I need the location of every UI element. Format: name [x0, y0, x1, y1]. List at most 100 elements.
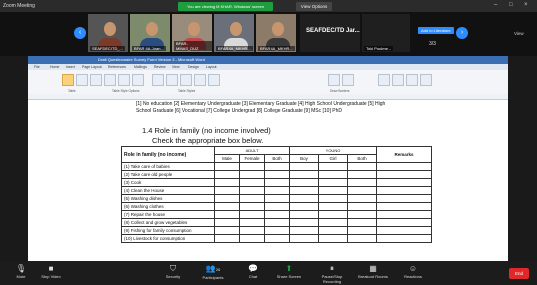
breakout-rooms-button[interactable]: ▦ Breakout Rooms — [358, 263, 388, 279]
video-tile[interactable]: Toki Poulme... — [362, 14, 410, 52]
maximize-icon[interactable]: □ — [509, 2, 513, 8]
table-cell[interactable] — [214, 170, 240, 179]
table-cell[interactable] — [289, 170, 319, 179]
table-cell[interactable] — [239, 218, 265, 227]
video-tile[interactable]: BFAR4A_MKHR... — [214, 14, 254, 52]
table-cell[interactable] — [347, 234, 377, 243]
table-cell[interactable] — [347, 186, 377, 195]
ribbon-button[interactable] — [328, 74, 340, 86]
stop-video-button[interactable]: ■ Stop Video — [36, 263, 66, 279]
tab-home[interactable]: Home — [50, 65, 59, 69]
ribbon-button[interactable] — [104, 74, 116, 86]
table-cell[interactable] — [376, 194, 432, 203]
video-tile[interactable]: SEAFDEC/TD_... — [88, 14, 128, 52]
ribbon-button[interactable] — [392, 74, 404, 86]
ribbon-button[interactable] — [180, 74, 192, 86]
reactions-button[interactable]: ☺ Reactions — [398, 263, 428, 279]
table-cell[interactable] — [376, 178, 432, 187]
gallery-view-button[interactable]: View — [514, 31, 524, 36]
record-button[interactable]: ⏸ Pause/Stop Recording — [312, 263, 352, 284]
table-cell[interactable] — [239, 226, 265, 235]
participants-button[interactable]: 👥26 Participants — [198, 263, 228, 280]
tab-design[interactable]: Design — [188, 65, 199, 69]
table-cell[interactable] — [214, 178, 240, 187]
table-cell[interactable] — [214, 210, 240, 219]
table-cell[interactable] — [347, 162, 377, 171]
table-cell[interactable] — [289, 202, 319, 211]
table-cell[interactable] — [376, 226, 432, 235]
ribbon-button[interactable] — [152, 74, 164, 86]
video-tile[interactable]: BFAR4A_MKHR... — [256, 14, 296, 52]
video-tile[interactable]: BFAR 4A-Joan... — [130, 14, 170, 52]
tab-layout[interactable]: Layout — [206, 65, 217, 69]
table-cell[interactable] — [376, 202, 432, 211]
chat-button[interactable]: 💬 Chat — [238, 263, 268, 279]
table-cell[interactable] — [347, 194, 377, 203]
view-options-button[interactable]: View Options — [296, 2, 332, 11]
ribbon-button[interactable] — [76, 74, 88, 86]
gallery-badge[interactable]: Add to Literature — [418, 27, 454, 34]
table-cell[interactable] — [376, 210, 432, 219]
table-cell[interactable] — [289, 234, 319, 243]
ribbon-button[interactable] — [194, 74, 206, 86]
table-cell[interactable] — [347, 202, 377, 211]
tab-page-layout[interactable]: Page Layout — [82, 65, 102, 69]
table-cell[interactable] — [318, 234, 348, 243]
table-cell[interactable] — [318, 186, 348, 195]
gallery-prev-arrow-icon[interactable]: ‹ — [74, 27, 86, 39]
video-tile[interactable]: BFAR-MMAS_DUZ — [172, 14, 212, 52]
table-cell[interactable] — [214, 162, 240, 171]
table-cell[interactable] — [264, 178, 290, 187]
tab-references[interactable]: References — [108, 65, 126, 69]
ribbon-button[interactable] — [342, 74, 354, 86]
ribbon-button[interactable] — [90, 74, 102, 86]
table-cell[interactable] — [347, 178, 377, 187]
table-cell[interactable] — [347, 170, 377, 179]
mute-button[interactable]: 🎙 Mute — [6, 263, 36, 279]
gallery-next-arrow-icon[interactable]: › — [456, 27, 468, 39]
end-meeting-button[interactable]: End — [509, 268, 529, 279]
table-cell[interactable] — [318, 202, 348, 211]
ribbon-button[interactable] — [378, 74, 390, 86]
ribbon-button[interactable] — [166, 74, 178, 86]
table-cell[interactable] — [376, 234, 432, 243]
table-cell[interactable] — [264, 202, 290, 211]
close-icon[interactable]: × — [524, 2, 528, 8]
table-cell[interactable] — [214, 202, 240, 211]
table-cell[interactable] — [214, 234, 240, 243]
table-cell[interactable] — [318, 162, 348, 171]
table-cell[interactable] — [318, 170, 348, 179]
table-cell[interactable] — [239, 210, 265, 219]
video-tile[interactable]: SEAFDEC/TD Jar... — [300, 14, 360, 52]
minimize-icon[interactable]: – — [494, 2, 497, 8]
table-cell[interactable] — [239, 202, 265, 211]
table-cell[interactable] — [239, 194, 265, 203]
table-cell[interactable] — [214, 186, 240, 195]
table-cell[interactable] — [376, 218, 432, 227]
share-screen-button[interactable]: ⬆ Share Screen — [274, 263, 304, 279]
table-cell[interactable] — [264, 170, 290, 179]
ribbon-button[interactable] — [62, 74, 74, 86]
table-cell[interactable] — [289, 226, 319, 235]
ribbon-button[interactable] — [208, 74, 220, 86]
table-cell[interactable] — [239, 234, 265, 243]
table-cell[interactable] — [289, 178, 319, 187]
table-cell[interactable] — [376, 170, 432, 179]
table-cell[interactable] — [239, 162, 265, 171]
table-cell[interactable] — [264, 226, 290, 235]
tab-view[interactable]: View — [172, 65, 180, 69]
table-cell[interactable] — [289, 218, 319, 227]
table-cell[interactable] — [289, 210, 319, 219]
tab-file[interactable]: File — [34, 65, 40, 69]
table-cell[interactable] — [289, 162, 319, 171]
table-cell[interactable] — [289, 186, 319, 195]
table-cell[interactable] — [264, 162, 290, 171]
table-cell[interactable] — [214, 218, 240, 227]
table-cell[interactable] — [347, 226, 377, 235]
table-cell[interactable] — [347, 218, 377, 227]
security-button[interactable]: ⛉ Security — [158, 263, 188, 279]
table-cell[interactable] — [264, 218, 290, 227]
table-cell[interactable] — [347, 210, 377, 219]
tab-mailings[interactable]: Mailings — [134, 65, 147, 69]
table-cell[interactable] — [264, 194, 290, 203]
